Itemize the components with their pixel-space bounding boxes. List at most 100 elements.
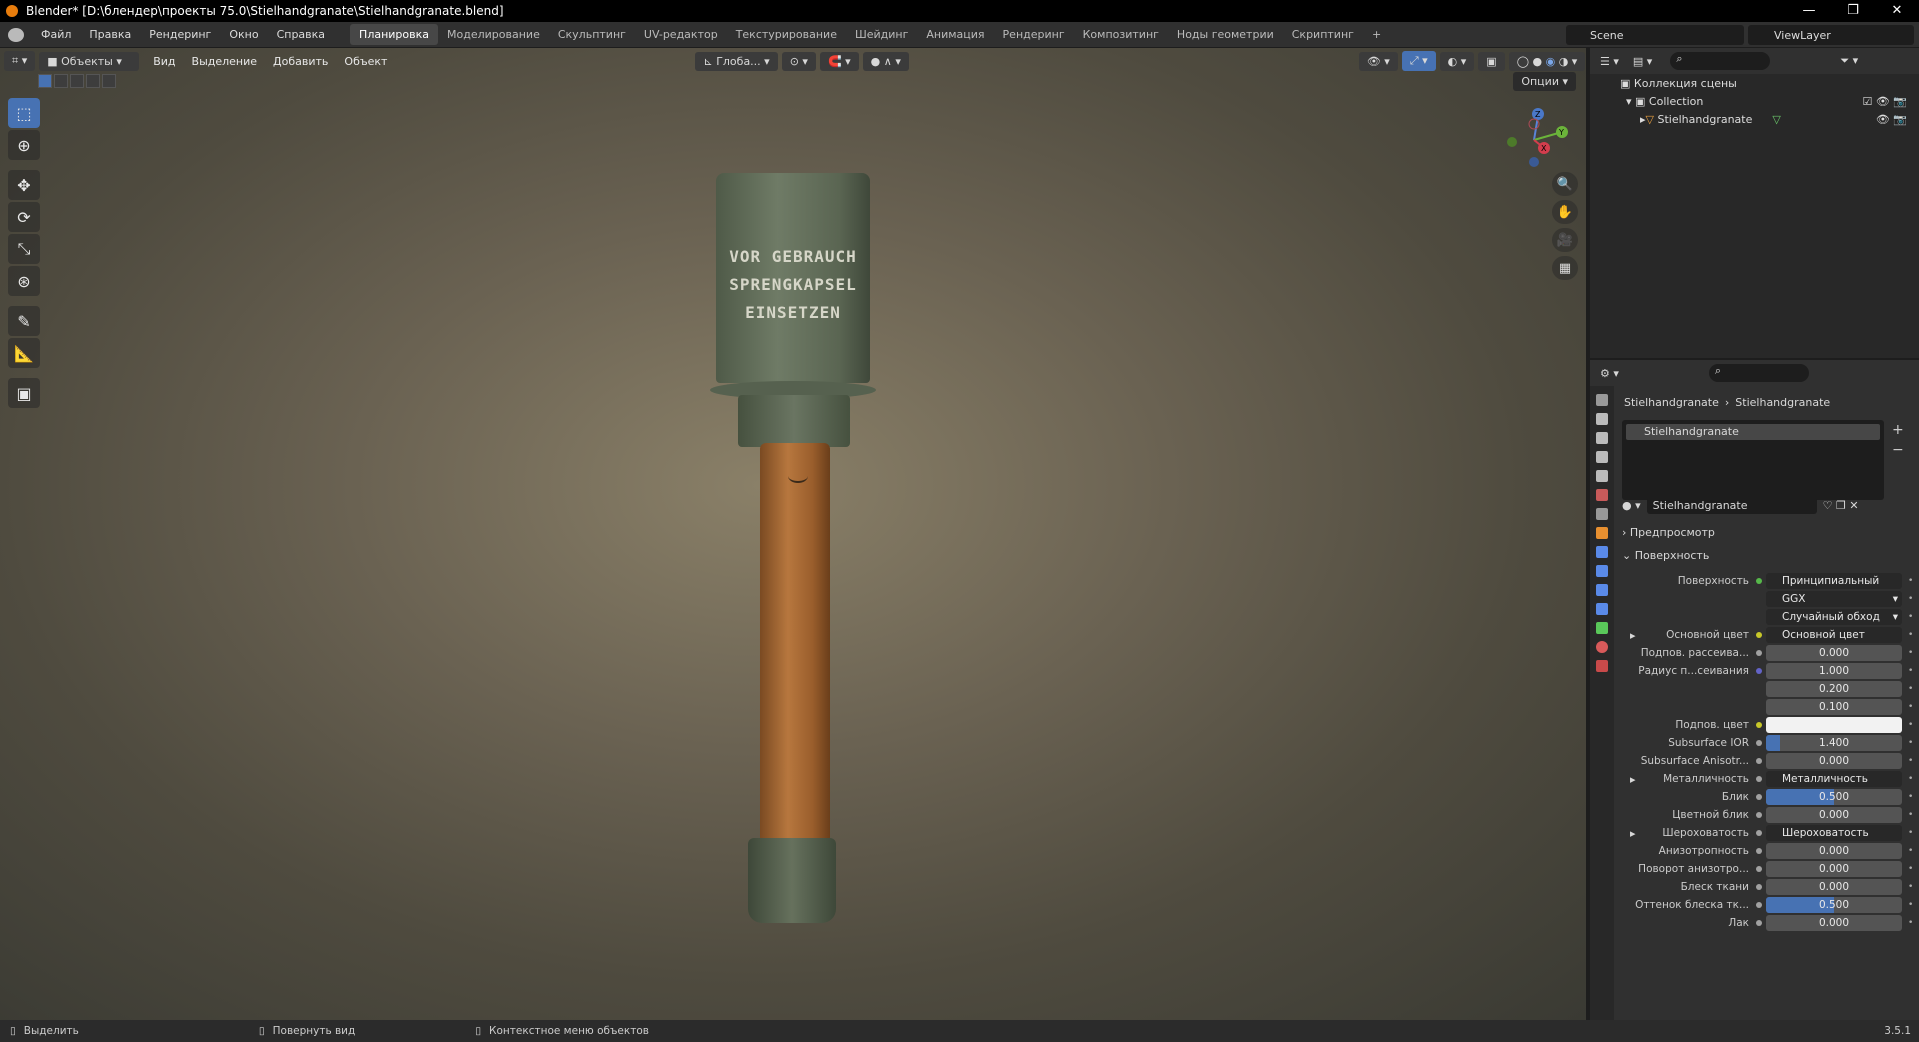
physics-tab-icon[interactable]	[1596, 584, 1608, 596]
workspace-tab[interactable]: UV-редактор	[635, 24, 727, 45]
pivot-dropdown[interactable]: ⊙ ▾	[781, 51, 816, 71]
socket-icon[interactable]	[1756, 776, 1762, 782]
keyframe-icon[interactable]: •	[1908, 792, 1913, 802]
measure-icon[interactable]: 📐	[8, 338, 40, 368]
number-field[interactable]: 0.000	[1766, 861, 1902, 877]
socket-icon[interactable]	[1756, 578, 1762, 584]
data-tab-icon[interactable]	[1596, 622, 1608, 634]
material-datablock[interactable]: ● ▾ Stielhandgranate ♡ ❐ ✕	[1622, 496, 1890, 514]
select-new-icon[interactable]	[38, 74, 52, 88]
modifiers-tab-icon[interactable]	[1596, 546, 1608, 558]
surface-panel-header[interactable]: ⌄ Поверхность	[1622, 549, 1709, 562]
select-invert-icon[interactable]	[86, 74, 100, 88]
viewport-menu-item[interactable]: Вид	[145, 55, 183, 68]
cursor-icon[interactable]: ⊕	[8, 130, 40, 160]
workspace-tab[interactable]: Скульптинг	[549, 24, 635, 45]
menu-item[interactable]: Справка	[268, 28, 334, 41]
keyframe-icon[interactable]: •	[1908, 630, 1913, 640]
number-field[interactable]: 0.000	[1766, 645, 1902, 661]
object-row[interactable]: ▸ ▽ Stielhandgranate ▽ 👁 📷	[1590, 110, 1919, 128]
maximize-button[interactable]: ❐	[1831, 0, 1875, 22]
number-field[interactable]: 0.500	[1766, 897, 1902, 913]
keyframe-icon[interactable]: •	[1908, 900, 1913, 910]
socket-icon[interactable]	[1756, 794, 1762, 800]
select-extend-icon[interactable]	[54, 74, 68, 88]
keyframe-icon[interactable]: •	[1908, 594, 1913, 604]
number-field[interactable]: 0.000	[1766, 843, 1902, 859]
3d-viewport[interactable]: ⌗ ▾ ■ Объекты ▾ Вид Выделение Добавить Объе…	[0, 48, 1586, 1020]
number-field[interactable]: 0.000	[1766, 915, 1902, 931]
keyframe-icon[interactable]: •	[1908, 864, 1913, 874]
color-swatch[interactable]	[1766, 717, 1902, 733]
tool-tab-icon[interactable]	[1596, 394, 1608, 406]
link-field[interactable]: Металличность	[1766, 771, 1902, 787]
outliner-search-input[interactable]: ⌕	[1670, 52, 1771, 70]
keyframe-icon[interactable]: •	[1908, 684, 1913, 694]
number-field[interactable]: 0.500	[1766, 789, 1902, 805]
constraints-tab-icon[interactable]	[1596, 603, 1608, 615]
grid-perspective-icon[interactable]: ▦	[1552, 256, 1578, 280]
workspace-tab[interactable]: Шейдинг	[846, 24, 917, 45]
gizmo-neg-z[interactable]	[1529, 157, 1539, 167]
socket-icon[interactable]	[1756, 884, 1762, 890]
options-dropdown[interactable]: Опции ▾	[1513, 72, 1576, 91]
keyframe-icon[interactable]: •	[1908, 738, 1913, 748]
material-slot-item[interactable]: Stielhandgranate	[1626, 424, 1880, 440]
transform-icon[interactable]: ⊛	[8, 266, 40, 296]
number-field[interactable]: 0.000	[1766, 879, 1902, 895]
keyframe-icon[interactable]: •	[1908, 846, 1913, 856]
dropdown-field[interactable]: Случайный обход ▾	[1766, 609, 1902, 625]
socket-icon[interactable]	[1756, 848, 1762, 854]
transform-orientation-dropdown[interactable]: ⊾ Глоба... ▾	[695, 51, 778, 71]
preview-panel-header[interactable]: › Предпросмотр	[1622, 526, 1715, 539]
add-slot-button[interactable]: +	[1892, 422, 1904, 438]
workspace-tab[interactable]: +	[1363, 24, 1390, 45]
keyframe-icon[interactable]: •	[1908, 810, 1913, 820]
overlay-toggle[interactable]: ◐ ▾	[1439, 51, 1475, 71]
keyframe-icon[interactable]: •	[1908, 702, 1913, 712]
keyframe-icon[interactable]: •	[1908, 720, 1913, 730]
collection-row[interactable]: ▾ ▣ Collection ☑ 👁 📷	[1590, 92, 1919, 110]
object-visibility-icons[interactable]: 👁 📷	[1876, 113, 1907, 126]
view-layer-tab-icon[interactable]	[1596, 451, 1608, 463]
menu-item[interactable]: Окно	[220, 28, 267, 41]
menu-item[interactable]: Рендеринг	[140, 28, 220, 41]
keyframe-icon[interactable]: •	[1908, 882, 1913, 892]
socket-icon[interactable]	[1756, 650, 1762, 656]
link-field[interactable]: Основной цвет	[1766, 627, 1902, 643]
editor-type-dropdown[interactable]: ⌗ ▾	[4, 51, 36, 71]
expand-icon[interactable]: ▸	[1630, 773, 1636, 786]
remove-slot-button[interactable]: −	[1892, 442, 1904, 458]
shading-mode-buttons[interactable]: ◯ ● ◉ ◑ ▾	[1508, 51, 1586, 71]
socket-icon[interactable]	[1756, 902, 1762, 908]
viewport-menu-item[interactable]: Объект	[336, 55, 395, 68]
workspace-tab[interactable]: Рендеринг	[994, 24, 1074, 45]
world-tab-icon[interactable]	[1596, 489, 1608, 501]
select-subtract-icon[interactable]	[70, 74, 84, 88]
socket-icon[interactable]	[1756, 722, 1762, 728]
viewport-menu-item[interactable]: Добавить	[265, 55, 336, 68]
keyframe-icon[interactable]: •	[1908, 828, 1913, 838]
socket-icon[interactable]	[1756, 920, 1762, 926]
scene-selector[interactable]: Scene	[1566, 25, 1744, 45]
mode-dropdown[interactable]: ■ Объекты ▾	[39, 51, 140, 71]
proportional-edit-toggle[interactable]: ● ∧ ▾	[862, 51, 909, 71]
render-tab-icon[interactable]	[1596, 413, 1608, 425]
keyframe-icon[interactable]: •	[1908, 576, 1913, 586]
workspace-tab[interactable]: Ноды геометрии	[1168, 24, 1283, 45]
rotate-icon[interactable]: ⟳	[8, 202, 40, 232]
move-icon[interactable]: ✥	[8, 170, 40, 200]
viewport-menu-item[interactable]: Выделение	[184, 55, 266, 68]
navigation-gizmo[interactable]: Z Y X	[1498, 100, 1576, 178]
material-slot-list[interactable]: Stielhandgranate	[1622, 420, 1884, 500]
visibility-dropdown[interactable]: 👁 ▾	[1358, 51, 1398, 71]
expand-icon[interactable]: ▸	[1630, 629, 1636, 642]
texture-tab-icon[interactable]	[1596, 660, 1608, 672]
socket-icon[interactable]	[1756, 632, 1762, 638]
menu-item[interactable]: Правка	[80, 28, 140, 41]
gizmo-toggle[interactable]: ⤢ ▾	[1401, 51, 1436, 71]
close-button[interactable]: ✕	[1875, 0, 1919, 22]
material-name-field[interactable]: Stielhandgranate	[1646, 496, 1817, 514]
dropdown-field[interactable]: GGX ▾	[1766, 591, 1902, 607]
workspace-tab[interactable]: Скриптинг	[1283, 24, 1363, 45]
